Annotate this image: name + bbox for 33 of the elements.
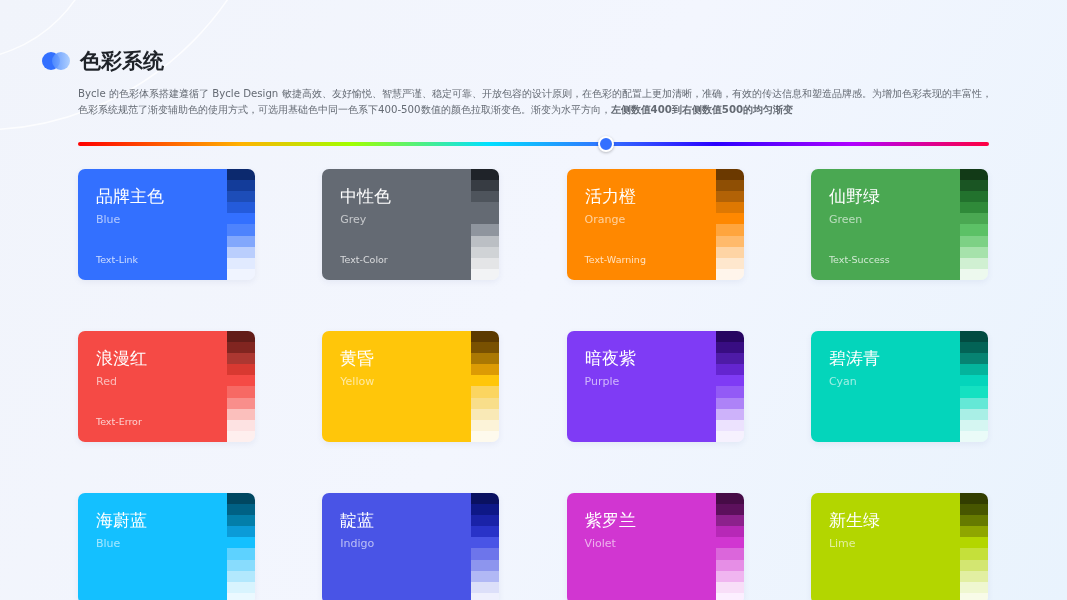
usage-label: Text-Error: [96, 416, 142, 427]
usage-label: Text-Link: [96, 254, 139, 265]
color-english-name: Purple: [584, 375, 620, 389]
color-name: 活力橙: [584, 185, 637, 208]
color-name: 品牌主色: [96, 185, 165, 208]
color-name: 浪漫红: [96, 347, 148, 370]
usage-label: Text-Success: [828, 254, 890, 265]
color-english-name: Violet: [584, 537, 616, 551]
color-name: 中性色: [340, 185, 393, 208]
color-name: 黄昏: [340, 347, 376, 370]
description-text: Bycle 的色彩体系搭建遵循了 Bycle Design 敏捷高效、友好愉悦、智慧严谨、稳定可靠、开放包容的设计原则，在色彩的配置上更加清晰，准确，有效的传达信息和塑造品牌感。为增加色彩表现的丰富性，色彩系统规范了渐变辅助色的使用方式，可选用基础色中同一色系下400-500数值的颜色拉取渐变色。渐变为水平方向，左侧数值400到右侧数值500的均匀渐变: [78, 87, 993, 117]
page-title: 色彩系统: [80, 48, 164, 75]
color-name: 暗夜紫: [584, 347, 637, 370]
color-english-name: Yellow: [340, 375, 375, 389]
color-name: 碧涛青: [828, 347, 881, 370]
color-english-name: Grey: [340, 213, 367, 227]
color-english-name: Lime: [828, 537, 856, 551]
usage-label: Text-Warning: [584, 254, 646, 265]
color-english-name: Blue: [96, 537, 121, 551]
color-english-name: Green: [828, 213, 863, 227]
color-english-name: Blue: [96, 213, 121, 227]
color-english-name: Cyan: [828, 375, 857, 389]
logo-icon: [42, 52, 70, 70]
usage-label: Text-Color: [340, 254, 388, 265]
gradient-slider[interactable]: [78, 136, 989, 152]
color-english-name: Indigo: [340, 537, 375, 551]
color-name: 海蔚蓝: [96, 509, 148, 532]
color-name: 仙野绿: [828, 185, 881, 208]
color-english-name: Orange: [584, 213, 626, 227]
color-name: 紫罗兰: [584, 509, 637, 532]
color-english-name: Red: [96, 375, 117, 389]
color-name: 靛蓝: [340, 509, 376, 532]
color-name: 新生绿: [828, 509, 881, 532]
